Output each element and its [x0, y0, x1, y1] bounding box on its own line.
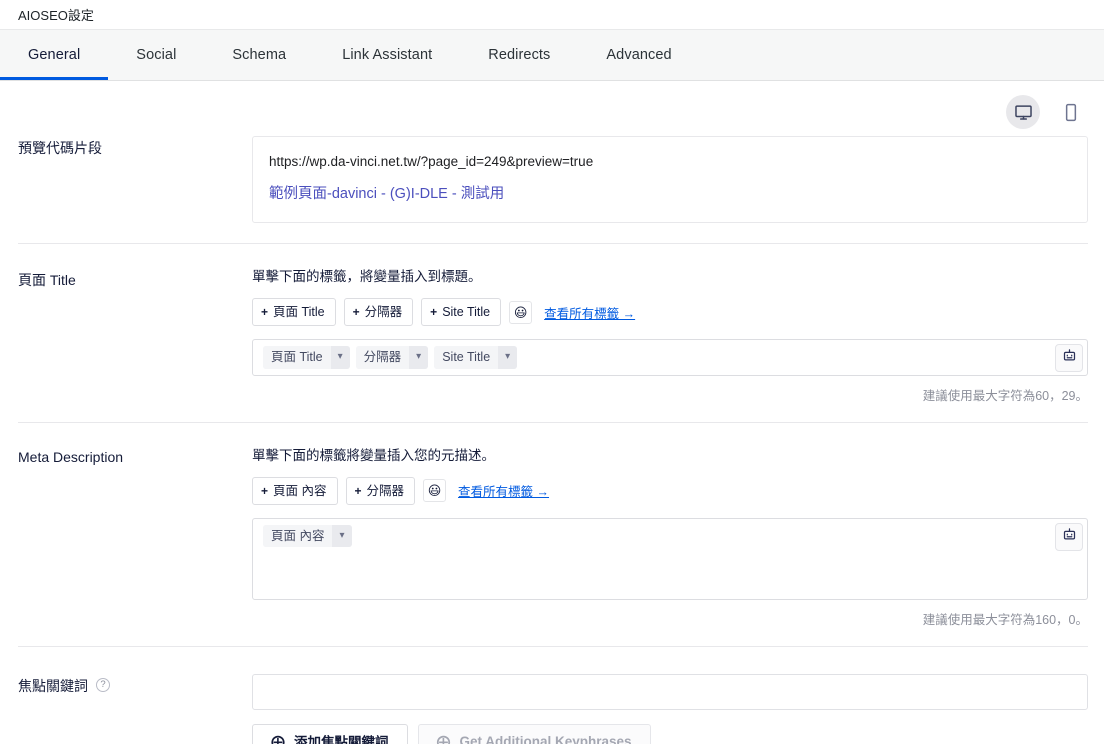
tab-advanced-label: Advanced [606, 47, 672, 63]
chip-site-title-label: Site Title [434, 346, 499, 369]
chip-separator[interactable]: 分隔器 ▾ [355, 346, 429, 369]
tag-button-site-title[interactable]: + Site Title [421, 298, 502, 326]
snippet-preview-box[interactable]: https://wp.da-vinci.net.tw/?page_id=249&… [252, 136, 1088, 223]
chevron-down-icon[interactable]: ▾ [330, 346, 350, 369]
snippet-title[interactable]: 範例頁面-davinci - (G)I-DLE - 測試用 [269, 183, 1071, 205]
tab-general[interactable]: General [0, 30, 109, 80]
section-meta-description: Meta Description 單擊下面的標籤將變量插入您的元描述。 + 頁面… [0, 423, 1104, 646]
meta-description-char-hint: 建議使用最大字符為160，0。 [922, 612, 1088, 627]
section-focus-keyphrase: 焦點關鍵詞 ? ⨁ 添加焦點關鍵詞 ⨁ Get Additional Keyph… [0, 647, 1104, 744]
chip-page-title[interactable]: 頁面 Title ▾ [263, 346, 350, 369]
ai-generate-title-button[interactable] [1055, 344, 1083, 372]
smiley-icon: 😃 [513, 304, 528, 320]
page-title-body: 單擊下面的標籤，將變量插入到標題。 + 頁面 Title + 分隔器 + Sit… [252, 268, 1088, 404]
tab-general-label: General [28, 47, 81, 63]
get-additional-keyphrases-label: Get Additional Keyphrases [459, 733, 632, 744]
plus-icon: + [430, 305, 438, 319]
plus-icon: + [261, 483, 269, 498]
plus-icon: + [261, 305, 269, 319]
focus-keyphrase-body: ⨁ 添加焦點關鍵詞 ⨁ Get Additional Keyphrases [252, 673, 1088, 744]
page-title-label-wrap: 頁面 Title [18, 268, 252, 404]
snippet-url: https://wp.da-vinci.net.tw/?page_id=249&… [269, 154, 594, 169]
tag-button-separator-md-label: 分隔器 [366, 483, 405, 498]
tag-button-page-content[interactable]: + 頁面 內容 [252, 476, 338, 505]
focus-keyphrase-label: 焦點關鍵詞 [18, 677, 88, 694]
app-header: AIOSEO設定 [0, 0, 1104, 29]
focus-keyphrase-input[interactable] [252, 673, 1088, 710]
section-page-title: 頁面 Title 單擊下面的標籤，將變量插入到標題。 + 頁面 Title + … [0, 244, 1104, 422]
page-title-tag-buttons: + 頁面 Title + 分隔器 + Site Title 😃 查看所有標籤 → [252, 298, 1088, 326]
app-title: AIOSEO設定 [18, 8, 94, 23]
tab-link-assistant[interactable]: Link Assistant [314, 30, 460, 80]
mobile-icon [1064, 103, 1078, 122]
tag-button-separator-md[interactable]: + 分隔器 [345, 476, 416, 505]
page-title-label: 頁面 Title [18, 272, 76, 288]
meta-description-label-wrap: Meta Description [18, 447, 252, 628]
plus-circle-icon: ⨁ [271, 733, 285, 744]
meta-description-body: 單擊下面的標籤將變量插入您的元描述。 + 頁面 內容 + 分隔器 😃 查看所有標… [252, 447, 1088, 628]
tab-bar: General Social Schema Link Assistant Red… [0, 29, 1104, 81]
view-all-tags-link[interactable]: 查看所有標籤 → [544, 303, 635, 322]
plus-circle-icon: ⨁ [436, 733, 451, 744]
page-title-hint: 單擊下面的標籤，將變量插入到標題。 [252, 269, 482, 284]
robot-icon [1062, 348, 1077, 368]
chip-page-content-label: 頁面 內容 [263, 524, 333, 547]
plus-icon: + [354, 483, 362, 498]
add-focus-keyphrase-label: 添加焦點關鍵詞 [294, 735, 389, 744]
tab-link-assistant-label: Link Assistant [342, 47, 433, 63]
meta-description-label: Meta Description [18, 448, 124, 465]
settings-content: 預覽代碼片段 https://wp.da-vinci.net.tw/?page_… [0, 81, 1104, 744]
add-focus-keyphrase-button[interactable]: ⨁ 添加焦點關鍵詞 [252, 723, 408, 744]
tag-button-page-title[interactable]: + 頁面 Title [252, 298, 336, 326]
robot-icon [1062, 527, 1077, 547]
view-all-tags-link-md[interactable]: 查看所有標籤 → [458, 481, 549, 500]
snippet-preview-label-wrap: 預覽代碼片段 [18, 136, 252, 223]
focus-keyphrase-buttons: ⨁ 添加焦點關鍵詞 ⨁ Get Additional Keyphrases [252, 723, 1088, 744]
tab-schema-label: Schema [232, 47, 287, 63]
desktop-icon [1014, 103, 1033, 122]
snippet-preview-label: 預覽代碼片段 [18, 140, 102, 156]
tab-schema[interactable]: Schema [204, 30, 314, 80]
focus-keyphrase-label-wrap: 焦點關鍵詞 ? [18, 674, 252, 744]
snippet-preview-body: https://wp.da-vinci.net.tw/?page_id=249&… [252, 136, 1088, 223]
smiley-icon: 😃 [427, 483, 442, 498]
meta-description-tag-buttons: + 頁面 內容 + 分隔器 😃 查看所有標籤 → [252, 476, 1088, 505]
chip-separator-label: 分隔器 [355, 346, 410, 369]
chip-site-title[interactable]: Site Title ▾ [434, 346, 518, 369]
question-mark-icon[interactable]: ? [96, 677, 110, 692]
chip-page-content[interactable]: 頁面 內容 ▾ [263, 524, 352, 547]
chevron-down-icon[interactable]: ▾ [409, 346, 429, 369]
desktop-preview-button[interactable] [1006, 95, 1040, 129]
meta-description-input[interactable]: 頁面 內容 ▾ [252, 517, 1088, 600]
section-snippet-preview: 預覽代碼片段 https://wp.da-vinci.net.tw/?page_… [0, 126, 1104, 243]
tag-button-page-content-label: 頁面 內容 [273, 483, 327, 498]
page-title-input[interactable]: 頁面 Title ▾ 分隔器 ▾ Site Title ▾ [252, 339, 1088, 376]
plus-icon: + [352, 305, 360, 319]
chip-page-title-label: 頁面 Title [263, 346, 331, 369]
mobile-preview-button[interactable] [1054, 95, 1088, 129]
emoji-picker-button-md[interactable]: 😃 [423, 479, 447, 502]
tag-button-page-title-label: 頁面 Title [273, 305, 325, 319]
tab-social-label: Social [136, 47, 177, 63]
chevron-down-icon[interactable]: ▾ [498, 346, 518, 369]
tab-advanced[interactable]: Advanced [578, 30, 699, 80]
ai-generate-description-button[interactable] [1055, 522, 1083, 551]
chevron-down-icon[interactable]: ▾ [332, 524, 352, 547]
tag-button-separator-label: 分隔器 [364, 305, 403, 319]
emoji-picker-button[interactable]: 😃 [509, 300, 533, 324]
tab-social[interactable]: Social [108, 30, 204, 80]
get-additional-keyphrases-button[interactable]: ⨁ Get Additional Keyphrases [417, 723, 651, 744]
tab-redirects[interactable]: Redirects [460, 30, 578, 80]
meta-description-hint: 單擊下面的標籤將變量插入您的元描述。 [252, 447, 495, 463]
tab-redirects-label: Redirects [488, 47, 551, 63]
device-preview-toggle [0, 81, 1104, 129]
tag-button-separator[interactable]: + 分隔器 [343, 298, 414, 326]
page-title-char-hint: 建議使用最大字符為60，29。 [922, 388, 1088, 403]
tag-button-site-title-label: Site Title [442, 305, 491, 319]
